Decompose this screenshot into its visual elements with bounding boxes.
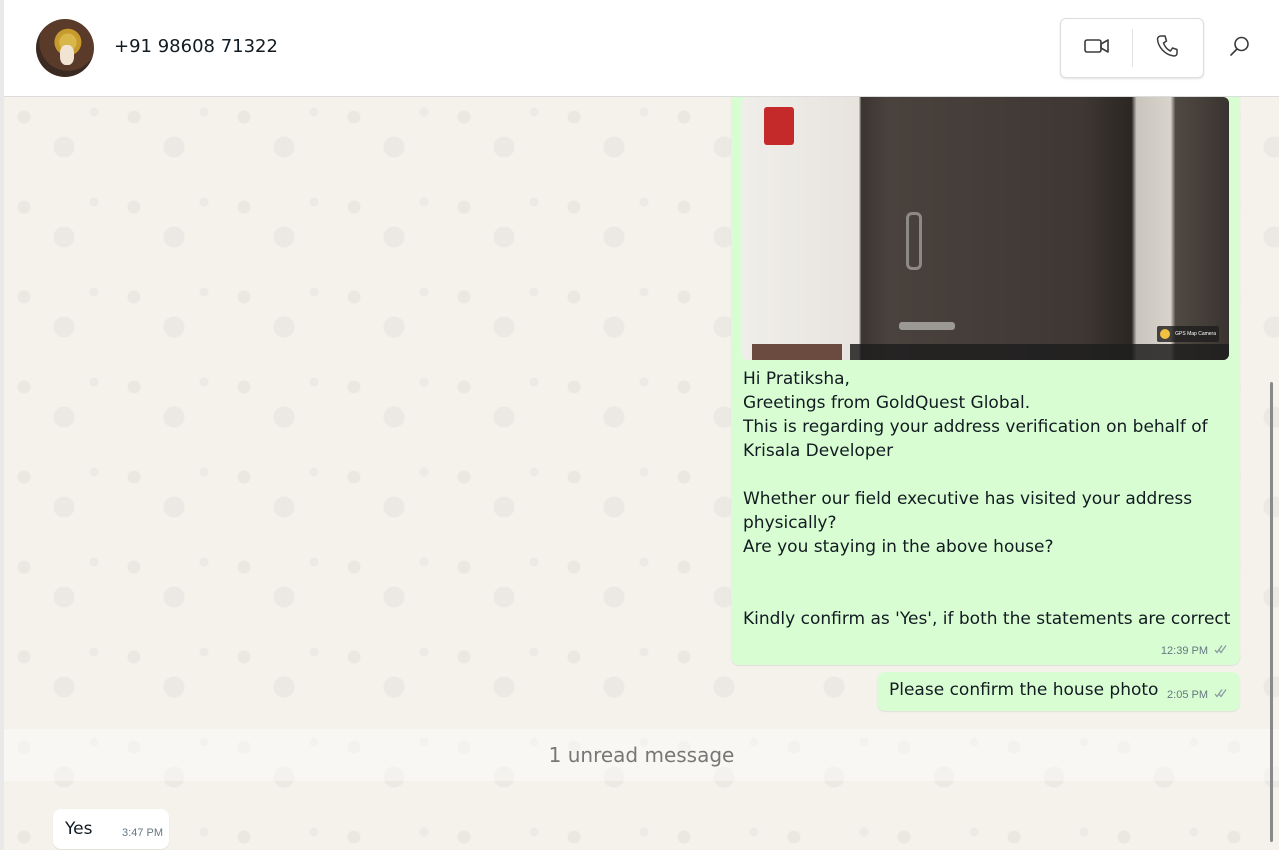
gps-watermark-text: GPS Map Camera bbox=[1175, 331, 1216, 337]
message-time: 2:05 PM bbox=[1167, 688, 1208, 701]
video-camera-icon bbox=[1084, 36, 1110, 61]
contact-avatar[interactable] bbox=[36, 19, 94, 77]
message-area[interactable]: GPS Map Camera Hi Pratiksha, Greetings f… bbox=[4, 97, 1279, 850]
call-button-group bbox=[1060, 18, 1204, 78]
message-text: Hi Pratiksha, Greetings from GoldQuest G… bbox=[743, 369, 1231, 629]
outgoing-message-bubble[interactable]: Please confirm the house photo 2:05 PM bbox=[877, 672, 1240, 711]
contact-name[interactable]: +91 98608 71322 bbox=[114, 36, 278, 57]
phone-icon bbox=[1156, 34, 1178, 63]
double-check-icon bbox=[1214, 644, 1228, 657]
unread-divider: 1 unread message bbox=[4, 729, 1279, 781]
fire-alarm-box bbox=[764, 107, 794, 145]
message-meta: 2:05 PM bbox=[1167, 688, 1228, 701]
search-button[interactable] bbox=[1220, 28, 1260, 68]
incoming-message-bubble[interactable]: Yes 3:47 PM bbox=[53, 809, 169, 849]
unread-count-text: 1 unread message bbox=[548, 743, 735, 767]
message-meta: 12:39 PM bbox=[1161, 644, 1228, 657]
search-icon bbox=[1229, 35, 1251, 62]
message-text: Yes bbox=[65, 819, 93, 839]
photo-caption-bar bbox=[850, 344, 1229, 360]
message-text: Please confirm the house photo bbox=[889, 680, 1159, 700]
gps-watermark: GPS Map Camera bbox=[1157, 326, 1219, 342]
gps-logo-icon bbox=[1160, 329, 1170, 339]
message-meta: 3:47 PM bbox=[122, 827, 163, 839]
photo-strip-thumb bbox=[752, 344, 842, 360]
message-time: 12:39 PM bbox=[1160, 644, 1208, 657]
message-time: 3:47 PM bbox=[122, 827, 163, 839]
scrollbar[interactable] bbox=[1270, 382, 1273, 842]
outgoing-message-bubble[interactable]: GPS Map Camera Hi Pratiksha, Greetings f… bbox=[731, 97, 1240, 665]
call-divider bbox=[1132, 29, 1133, 67]
chat-header: +91 98608 71322 bbox=[4, 0, 1279, 97]
video-call-button[interactable] bbox=[1077, 28, 1117, 68]
double-check-icon bbox=[1214, 688, 1228, 701]
voice-call-button[interactable] bbox=[1147, 28, 1187, 68]
house-photo[interactable]: GPS Map Camera bbox=[742, 97, 1229, 360]
door-handle bbox=[906, 212, 922, 270]
door-latch bbox=[899, 322, 955, 330]
avatar-face bbox=[60, 45, 74, 65]
whatsapp-chat-window: +91 98608 71322 GPS Map Camera Hi Pratik… bbox=[0, 0, 1279, 850]
